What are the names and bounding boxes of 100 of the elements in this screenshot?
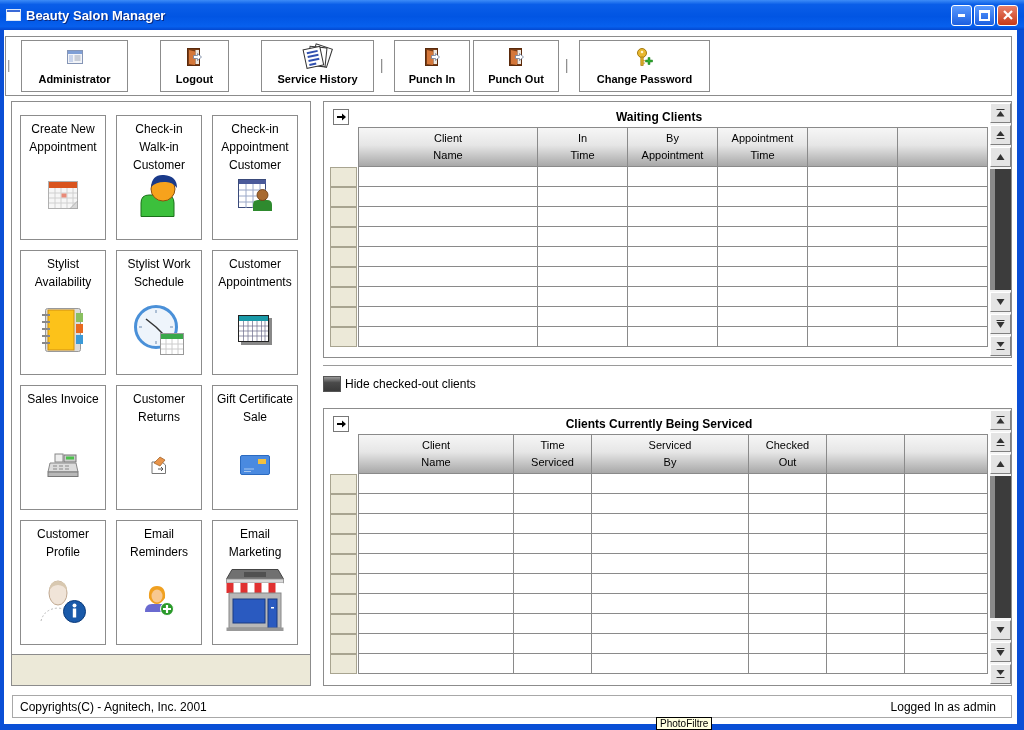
toolbar-button[interactable]: Logout <box>160 40 229 92</box>
note-icon <box>151 456 167 474</box>
row-header[interactable] <box>330 267 357 287</box>
page-up-button[interactable] <box>990 432 1011 452</box>
feature-tile-button[interactable]: Customer Returns <box>116 385 202 510</box>
page-up-button[interactable] <box>990 125 1011 145</box>
corner-arrow-button[interactable] <box>333 109 349 125</box>
bar-arrow-down-icon <box>996 320 1005 328</box>
scroll-top-button[interactable] <box>990 103 1011 123</box>
column-header[interactable]: Client Name <box>358 127 538 167</box>
scroll-down-button[interactable] <box>990 292 1011 312</box>
close-button[interactable] <box>997 4 1018 26</box>
scroll-up-button[interactable] <box>990 454 1011 474</box>
feature-tile-button[interactable]: Check-in Walk-in Customer <box>116 115 202 240</box>
page-down-button[interactable] <box>990 314 1011 334</box>
arrow-down-bar-icon <box>996 670 1005 678</box>
row-header[interactable] <box>330 227 357 247</box>
feature-tile-button[interactable]: Sales Invoice <box>20 385 106 510</box>
row-header[interactable] <box>330 494 357 514</box>
storefront-icon <box>226 569 284 631</box>
column-header[interactable]: Serviced By <box>592 434 749 474</box>
arrow-up-bar-icon <box>996 131 1005 139</box>
down-arrow-icon <box>996 298 1005 306</box>
feature-tile-button[interactable]: Customer Appointments <box>212 250 298 375</box>
close-icon <box>1002 10 1013 20</box>
column-header[interactable]: Time Serviced <box>514 434 592 474</box>
minimize-icon <box>958 13 965 17</box>
window-icon <box>6 9 21 21</box>
row-header[interactable] <box>330 634 357 654</box>
row-header[interactable] <box>330 167 357 187</box>
column-header[interactable] <box>827 434 905 474</box>
clock-calendar-icon <box>134 305 184 355</box>
key-plus-icon <box>635 47 654 66</box>
scroll-top-button[interactable] <box>990 410 1011 430</box>
row-header[interactable] <box>330 574 357 594</box>
login-status-text: Logged In as admin <box>890 699 996 714</box>
row-header[interactable] <box>330 474 357 494</box>
scrollbar-thumb[interactable] <box>990 169 1011 290</box>
up-arrow-icon <box>996 153 1005 161</box>
feature-tile-button[interactable]: Email Marketing <box>212 520 298 645</box>
column-header[interactable] <box>808 127 898 167</box>
column-header[interactable]: In Time <box>538 127 628 167</box>
column-header[interactable]: Checked Out <box>749 434 827 474</box>
documents-icon <box>300 42 335 71</box>
maximize-button[interactable] <box>974 4 995 26</box>
feature-tile-button[interactable]: Email Reminders <box>116 520 202 645</box>
row-header[interactable] <box>330 207 357 227</box>
checkbox[interactable] <box>323 376 341 392</box>
person-plus-icon <box>144 584 174 616</box>
column-header[interactable]: Appointment Time <box>718 127 808 167</box>
toolbar-button[interactable]: Service History <box>261 40 374 92</box>
scrollbar-thumb[interactable] <box>990 476 1011 618</box>
down-arrow-icon <box>996 626 1005 634</box>
scroll-up-button[interactable] <box>990 147 1011 167</box>
minimize-button[interactable] <box>951 4 972 26</box>
scroll-bottom-button[interactable] <box>990 664 1011 684</box>
bar-arrow-up-icon <box>996 416 1005 424</box>
column-header[interactable]: Client Name <box>358 434 514 474</box>
checkbox-label[interactable]: Hide checked-out clients <box>345 377 476 391</box>
toolbar-button[interactable]: Change Password <box>579 40 710 92</box>
feature-tile-button[interactable]: Customer Profile <box>20 520 106 645</box>
row-header[interactable] <box>330 534 357 554</box>
row-header[interactable] <box>330 654 357 674</box>
page-down-button[interactable] <box>990 642 1011 662</box>
table-title: Clients Currently Being Serviced <box>565 416 753 432</box>
person-info-icon <box>40 577 86 623</box>
bar-arrow-down-icon <box>996 648 1005 656</box>
bar-arrow-up-icon <box>996 109 1005 117</box>
feature-tile-button[interactable]: Create New Appointment <box>20 115 106 240</box>
row-header[interactable] <box>330 247 357 267</box>
feature-tile-button[interactable]: Check-in Appointment Customer <box>212 115 298 240</box>
scroll-down-button[interactable] <box>990 620 1011 640</box>
maximize-icon <box>979 9 990 21</box>
feature-tile-button[interactable]: Gift Certificate Sale <box>212 385 298 510</box>
toolbar-button[interactable]: Punch In <box>394 40 470 92</box>
table-person-icon <box>238 179 272 211</box>
toolbar-button[interactable]: Punch Out <box>473 40 559 92</box>
row-header[interactable] <box>330 307 357 327</box>
window-title: Beauty Salon Manager <box>26 7 166 23</box>
row-header[interactable] <box>330 514 357 534</box>
feature-tile-button[interactable]: Stylist Availability <box>20 250 106 375</box>
corner-arrow-button[interactable] <box>333 416 349 432</box>
feature-tile-button[interactable]: Stylist Work Schedule <box>116 250 202 375</box>
copyright-text: Copyrights(C) - Agnitech, Inc. 2001 <box>20 699 207 714</box>
arrow-down-bar-icon <box>996 342 1005 350</box>
row-header[interactable] <box>330 594 357 614</box>
row-header[interactable] <box>330 187 357 207</box>
arrow-up-bar-icon <box>996 438 1005 446</box>
row-header[interactable] <box>330 554 357 574</box>
row-header[interactable] <box>330 287 357 307</box>
row-header[interactable] <box>330 327 357 347</box>
person-icon <box>140 173 178 217</box>
scroll-bottom-button[interactable] <box>990 336 1011 356</box>
table-title: Waiting Clients <box>615 109 703 125</box>
up-arrow-icon <box>996 460 1005 468</box>
cash-register-icon <box>47 453 79 477</box>
column-header[interactable]: By Appointment <box>628 127 718 167</box>
toolbar-button[interactable]: Administrator <box>21 40 128 92</box>
calendar-grid-icon <box>238 315 272 345</box>
row-header[interactable] <box>330 614 357 634</box>
